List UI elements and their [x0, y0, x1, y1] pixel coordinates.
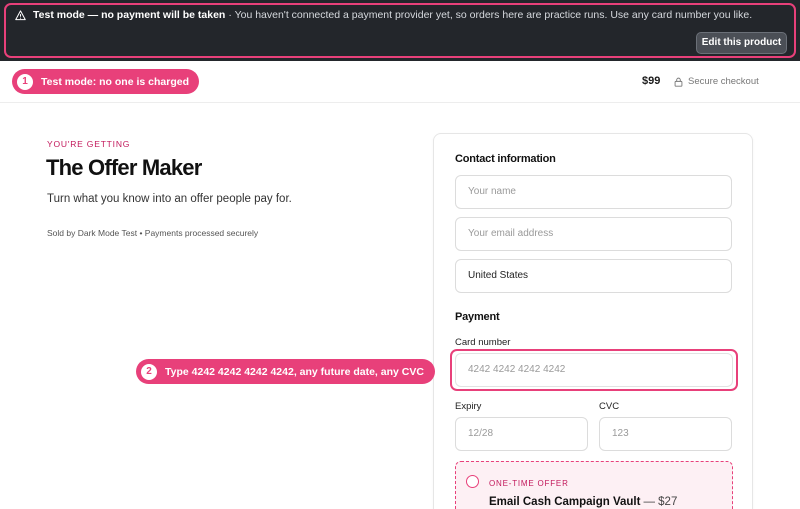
cvc-label: CVC: [599, 401, 620, 412]
card-number-label: Card number: [455, 337, 511, 348]
contact-heading: Contact information: [455, 153, 556, 165]
step-2-text: Type 4242 4242 4242 4242, any future dat…: [165, 365, 424, 378]
offer-tag: ONE-TIME OFFER: [489, 479, 569, 488]
product-title: The Offer Maker: [46, 155, 202, 180]
cvc-field[interactable]: 123: [599, 417, 732, 451]
banner-highlight-outline: [4, 3, 796, 58]
lock-icon: [674, 77, 683, 87]
seller-line: Sold by Dark Mode Test • Payments proces…: [47, 228, 259, 238]
step-1-number: 1: [17, 73, 33, 90]
offer-price: — $27: [643, 496, 678, 508]
country-select[interactable]: United States: [455, 259, 732, 293]
step-2-number: 2: [141, 363, 157, 380]
product-subtitle: Turn what you know into an offer people …: [47, 193, 292, 205]
offer-radio[interactable]: [466, 475, 479, 488]
step-1-text: Test mode: no one is charged: [41, 75, 189, 88]
email-field[interactable]: Your email address: [455, 217, 732, 251]
payment-heading: Payment: [455, 311, 500, 323]
expiry-label: Expiry: [455, 401, 482, 412]
name-field[interactable]: Your name: [455, 175, 732, 209]
step-1-callout: 1 Test mode: no one is charged: [12, 69, 199, 94]
offer-title-line: Email Cash Campaign Vault — $27: [489, 496, 677, 508]
expiry-field[interactable]: 12/28: [455, 417, 588, 451]
product-eyebrow: YOU'RE GETTING: [47, 139, 131, 149]
step-2-callout: 2 Type 4242 4242 4242 4242, any future d…: [136, 359, 435, 384]
header-price: $99: [642, 75, 661, 87]
card-field-highlight: [450, 349, 738, 391]
checkout-page: Test mode — no payment will be taken · Y…: [0, 0, 800, 509]
secure-checkout-label: Secure checkout: [674, 76, 759, 87]
secure-checkout-text: Secure checkout: [688, 76, 759, 87]
offer-title: Email Cash Campaign Vault: [489, 496, 641, 508]
